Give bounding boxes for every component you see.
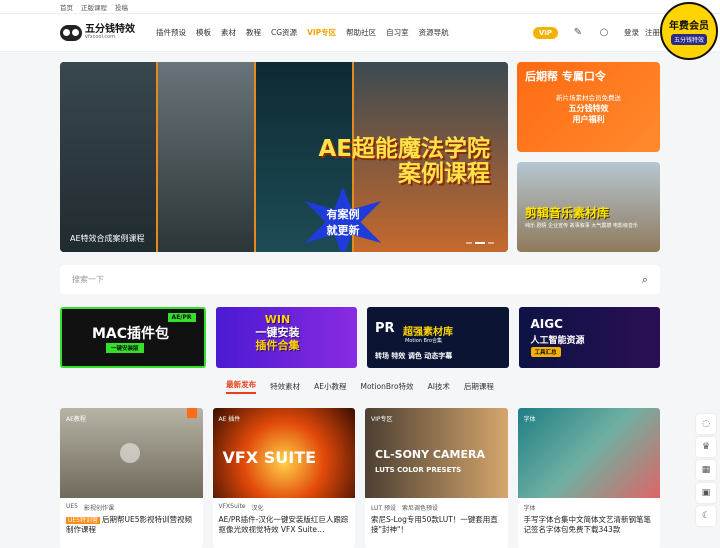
moon-icon[interactable]: ☾ bbox=[696, 506, 716, 526]
play-icon[interactable] bbox=[120, 443, 140, 463]
tab-ae-tutorials[interactable]: AE小教程 bbox=[314, 381, 346, 392]
hero-title: AE超能魔法学院 案例课程 bbox=[318, 136, 490, 188]
image-icon[interactable]: ▣ bbox=[696, 483, 716, 503]
post-title: 索尼S-Log专用50款LUT！一键套用直接"封神"！ bbox=[371, 515, 498, 535]
edit-icon[interactable]: ✎ bbox=[572, 27, 584, 39]
tab-latest[interactable]: 最新发布 bbox=[226, 379, 257, 394]
hero-panel bbox=[158, 62, 257, 252]
hero-panel bbox=[60, 62, 159, 252]
nav-item-study[interactable]: 自习室 bbox=[386, 27, 409, 38]
chat-icon[interactable]: ◌ bbox=[696, 414, 716, 434]
nav-item-help[interactable]: 帮助社区 bbox=[346, 27, 376, 38]
banner-aigc[interactable]: AIGC 人工智能资源 工具汇总 bbox=[518, 307, 660, 368]
top-links-bar: 首页 正版课程 投稿 bbox=[0, 0, 720, 14]
post-title: UE5特训营 后期帮UE5影视特训营视频制作课程 bbox=[66, 515, 193, 535]
banner-win-plugins[interactable]: WIN 一键安装 插件合集 bbox=[215, 307, 357, 368]
promo-card-password[interactable]: 后期帮 专属口令 新片场素材会员免费送 五分钱特效 用户福利 bbox=[517, 62, 660, 152]
register-link[interactable]: 注册 bbox=[645, 27, 660, 38]
nav-item-vip[interactable]: VIP专区 bbox=[307, 27, 336, 38]
search-icon[interactable]: ⌕ bbox=[642, 273, 648, 287]
tab-motionbro[interactable]: MotionBro特效 bbox=[360, 381, 413, 392]
search-icon[interactable]: ○ bbox=[598, 27, 610, 39]
promo-card-music[interactable]: 剪辑音乐素材库 纯乐 剧情 企业宣传 故事叙事 大气震撼 电影级音乐 bbox=[517, 162, 660, 252]
hero-carousel[interactable]: AE超能魔法学院 案例课程 有案例 就更新 AE特效合成案例课程 bbox=[60, 62, 508, 252]
login-link[interactable]: 登录 bbox=[624, 27, 639, 38]
post-card[interactable]: AE教程 UE5 影视创作课 UE5特训营 后期帮UE5影视特训营视频制作课程 bbox=[60, 408, 203, 548]
crown-icon[interactable]: ♛ bbox=[696, 437, 716, 457]
nav-item-plugins[interactable]: 插件预设 bbox=[156, 27, 186, 38]
nav-item-tutorials[interactable]: 教程 bbox=[246, 27, 261, 38]
main-nav: 五分钱特效 vfxcool.com 插件预设 模板 素材 教程 CG资源 VIP… bbox=[0, 14, 720, 52]
post-thumbnail[interactable]: 字体 bbox=[517, 408, 660, 498]
vip-button[interactable]: VIP bbox=[532, 26, 558, 39]
content-tabs: 最新发布 特效素材 AE小教程 MotionBro特效 AI技术 后期课程 bbox=[60, 377, 660, 395]
tab-effects[interactable]: 特效素材 bbox=[270, 381, 300, 392]
hero-caption: AE特效合成案例课程 bbox=[70, 234, 145, 243]
site-logo[interactable]: 五分钱特效 vfxcool.com bbox=[60, 24, 150, 41]
nav-item-cg[interactable]: CG资源 bbox=[271, 27, 297, 38]
post-card[interactable]: AE 插件 VFX SUITE VFXSuite 汉化 AE/PR插件-汉化一键安… bbox=[212, 408, 355, 548]
post-title: 手写字体合集中文简体文艺清新钢笔笔记签名字体包免费下载343款 bbox=[523, 515, 652, 535]
post-thumbnail[interactable]: AE 插件 VFX SUITE bbox=[212, 408, 355, 498]
logo-domain: vfxcool.com bbox=[85, 34, 116, 40]
top-link-courses[interactable]: 正版课程 bbox=[81, 2, 107, 12]
post-card[interactable]: 字体 字体 手写字体合集中文简体文艺清新钢笔笔记签名字体包免费下载343款 bbox=[517, 408, 660, 548]
bookmark-icon[interactable] bbox=[186, 408, 197, 418]
nav-item-templates[interactable]: 模板 bbox=[196, 27, 211, 38]
logo-icon bbox=[60, 24, 82, 41]
banner-row: MAC插件包 AE/PR 一键安装版 WIN 一键安装 插件合集 PR 超强素材… bbox=[60, 307, 660, 368]
tab-ai[interactable]: AI技术 bbox=[428, 381, 450, 392]
post-grid: AE教程 UE5 影视创作课 UE5特训营 后期帮UE5影视特训营视频制作课程 AE… bbox=[60, 408, 660, 548]
top-link-home[interactable]: 首页 bbox=[60, 2, 73, 12]
banner-mac-plugins[interactable]: MAC插件包 AE/PR 一键安装版 bbox=[60, 307, 206, 368]
carousel-dots[interactable] bbox=[466, 242, 494, 244]
post-thumbnail[interactable]: AE教程 bbox=[60, 408, 203, 498]
banner-pr-library[interactable]: PR 超强素材库 Motion Bro合集 转场 特效 调色 动态字幕 bbox=[367, 307, 509, 368]
calendar-icon[interactable]: ▦ bbox=[696, 460, 716, 480]
post-thumbnail[interactable]: VIP专区 CL-SONY CAMERA LUTS COLOR PRESETS bbox=[365, 408, 508, 498]
nav-item-materials[interactable]: 素材 bbox=[221, 27, 236, 38]
post-card[interactable]: VIP专区 CL-SONY CAMERA LUTS COLOR PRESETS … bbox=[365, 408, 508, 548]
top-link-submit[interactable]: 投稿 bbox=[115, 2, 128, 12]
post-title: AE/PR插件-汉化一键安装版红巨人跟踪抠像光效视觉特效 VFX Suite… bbox=[218, 515, 349, 535]
annual-member-badge[interactable]: 年费会员 五分钱特效 bbox=[660, 2, 718, 60]
nav-item-navigation[interactable]: 资源导航 bbox=[419, 27, 449, 38]
nav-menu: 插件预设 模板 素材 教程 CG资源 VIP专区 帮助社区 自习室 资源导航 bbox=[156, 27, 449, 38]
tab-courses[interactable]: 后期课程 bbox=[464, 381, 494, 392]
search-input[interactable]: 搜索一下 ⌕ bbox=[60, 265, 660, 294]
